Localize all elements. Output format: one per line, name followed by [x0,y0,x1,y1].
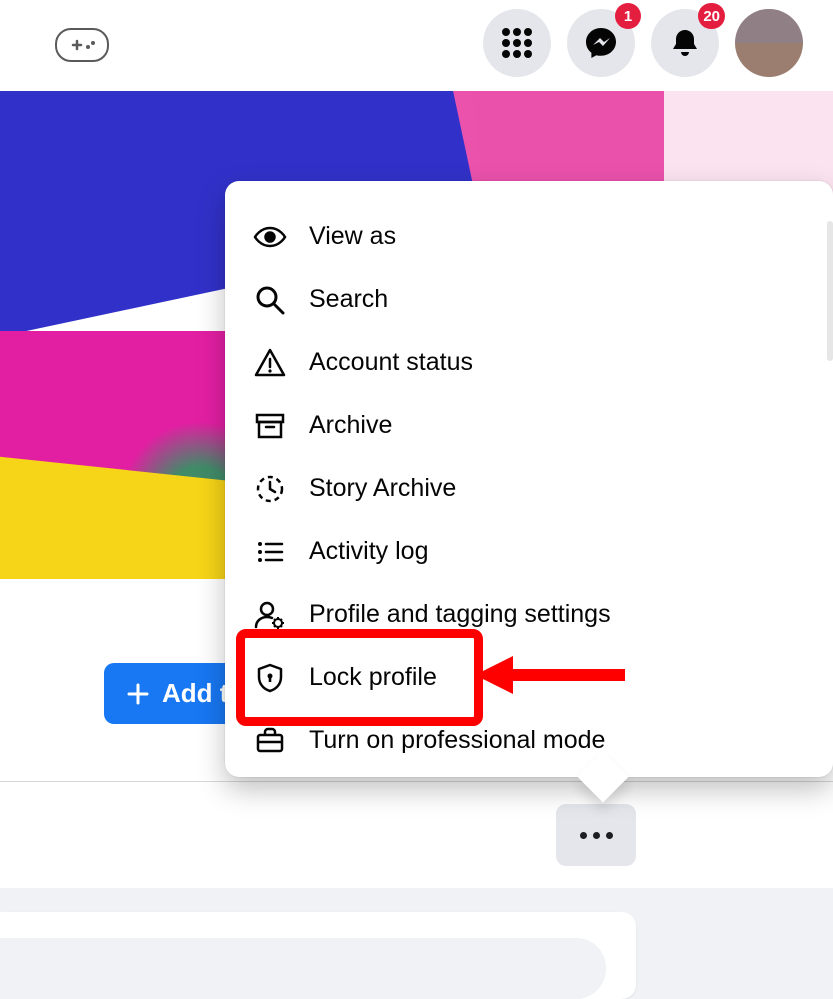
plus-icon [126,682,150,706]
shield-lock-icon [253,661,309,695]
ellipsis-dot-icon [580,832,587,839]
list-icon [253,535,309,569]
menu-item-activity-log[interactable]: Activity log [225,520,833,583]
menu-item-label: Lock profile [309,663,437,692]
history-clock-icon [253,472,309,506]
profile-section-divider [0,781,833,782]
menu-item-search[interactable]: Search [225,268,833,331]
search-icon [253,283,309,317]
nav-right-cluster: 1 20 [483,8,803,78]
menu-item-archive[interactable]: Archive [225,394,833,457]
facebook-profile-view: 1 20 [0,0,833,999]
menu-item-professional-mode[interactable]: Turn on professional mode [225,709,833,772]
add-button-label: Add t [162,678,228,709]
menu-item-label: Account status [309,348,473,377]
ellipsis-dot-icon [606,832,613,839]
top-nav: 1 20 [0,0,833,90]
archive-box-icon [253,409,309,443]
menu-item-label: Search [309,285,388,314]
avatar-selection-overlay [735,9,803,43]
menu-item-profile-tagging-settings[interactable]: Profile and tagging settings [225,583,833,646]
menu-item-view-as[interactable]: View as [225,205,833,268]
ellipsis-dot-icon [593,832,600,839]
menu-item-label: Story Archive [309,474,456,503]
menu-item-label: View as [309,222,396,251]
more-options-button[interactable] [556,804,636,866]
gaming-tab-icon[interactable] [55,28,109,62]
menu-item-account-status[interactable]: Account status [225,331,833,394]
briefcase-icon [253,724,309,758]
user-gear-icon [253,598,309,632]
messenger-badge: 1 [615,3,641,29]
menu-item-story-archive[interactable]: Story Archive [225,457,833,520]
menu-item-label: Activity log [309,537,428,566]
menu-grid-button[interactable] [483,9,551,77]
menu-item-lock-profile[interactable]: Lock profile [225,646,833,709]
messenger-button[interactable]: 1 [567,9,635,77]
content-card-input[interactable] [0,938,606,999]
eye-icon [253,220,309,254]
notifications-badge: 20 [698,3,725,29]
profile-options-menu: View as Search Account status Archive St [225,181,833,777]
menu-item-label: Profile and tagging settings [309,600,611,629]
notifications-button[interactable]: 20 [651,9,719,77]
menu-scrollbar[interactable] [827,221,833,361]
menu-item-label: Turn on professional mode [309,726,605,755]
warning-triangle-icon [253,346,309,380]
menu-item-label: Archive [309,411,392,440]
account-avatar-button[interactable] [735,9,803,77]
